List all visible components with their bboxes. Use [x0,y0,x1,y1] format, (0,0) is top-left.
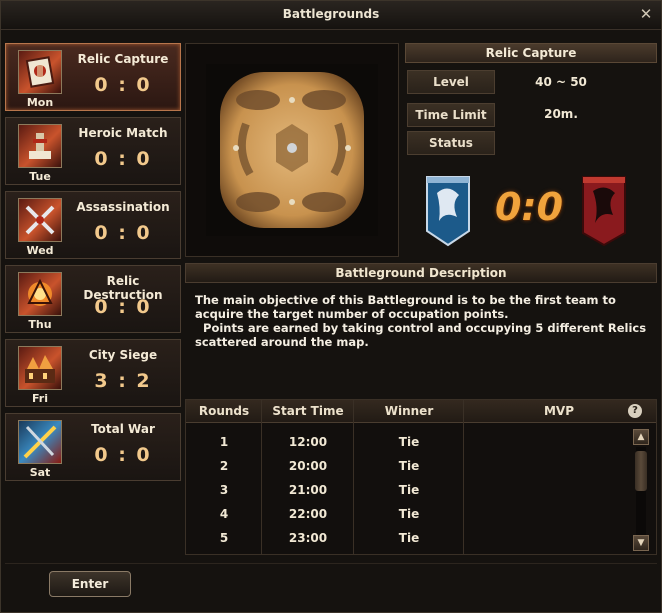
day-label: Thu [28,318,52,331]
scroll-up-icon[interactable]: ▲ [633,429,649,445]
total-war-icon [18,420,62,464]
battleground-score: 0 : 0 [94,296,152,318]
winner: Tie [398,459,420,473]
day-card-fri[interactable]: Fri City Siege 3 : 2 [5,339,181,407]
round-number: 3 [219,483,229,497]
mvp [464,502,634,526]
mvp [464,430,634,454]
scrollbar-thumb[interactable] [635,451,647,491]
relic-destruction-icon [18,272,62,316]
city-siege-icon [18,346,62,390]
column-header-mvp: MVP [543,404,575,418]
day-label: Mon [26,96,54,109]
status-label: Status [407,131,495,155]
round-number: 1 [219,435,229,449]
day-card-thu[interactable]: Thu Relic Destruction 0 : 0 [5,265,181,333]
mvp [464,526,634,550]
map-image [206,64,378,236]
time-limit-label: Time Limit [407,103,495,127]
day-label: Sat [29,466,51,479]
day-label: Wed [26,244,54,257]
round-number: 5 [219,531,229,545]
table-row[interactable]: 4 22:00 Tie [186,502,656,526]
winner: Tie [398,435,420,449]
winner: Tie [398,483,420,497]
battlegrounds-window: Battlegrounds ✕ Mon Relic Capture 0 : 0 … [0,0,662,613]
battleground-title: Assassination [76,200,170,214]
blue-dragon-banner-icon [423,173,473,247]
round-number: 2 [219,459,229,473]
day-card-mon[interactable]: Mon Relic Capture 0 : 0 [5,43,181,111]
description-text: The main objective of this Battleground … [195,293,647,349]
mvp [464,454,634,478]
table-row[interactable]: 1 12:00 Tie [186,430,656,454]
battleground-score: 3 : 2 [94,370,152,392]
time-limit-value: 20m. [544,107,578,121]
column-header-rounds: Rounds [198,404,250,418]
level-label: Level [407,70,495,94]
battleground-score: 0 : 0 [94,148,152,170]
battleground-name: Relic Capture [405,43,657,63]
battleground-map [185,43,399,257]
relic-capture-icon [18,50,62,94]
mvp [464,478,634,502]
heroic-match-icon [18,124,62,168]
start-time: 12:00 [288,435,328,449]
round-number: 4 [219,507,229,521]
battleground-title: Heroic Match [78,126,168,140]
description-header: Battleground Description [185,263,657,283]
day-card-tue[interactable]: Tue Heroic Match 0 : 0 [5,117,181,185]
winner: Tie [398,531,420,545]
battleground-score: 0 : 0 [94,444,152,466]
column-header-start-time: Start Time [272,404,344,418]
winner: Tie [398,507,420,521]
window-title: Battlegrounds [282,7,380,21]
battleground-score: 0 : 0 [94,222,152,244]
battleground-title: Total War [91,422,155,436]
day-label: Fri [31,392,48,405]
close-icon[interactable]: ✕ [637,5,655,23]
assassination-icon [18,198,62,242]
table-row[interactable]: 3 21:00 Tie [186,478,656,502]
rounds-table: Rounds Start Time Winner MVP 1 12:00 Tie… [185,399,657,555]
red-dragon-banner-icon [579,173,629,247]
help-icon[interactable]: ? [628,404,642,418]
level-value: 40 ~ 50 [535,75,587,89]
day-card-sat[interactable]: Sat Total War 0 : 0 [5,413,181,481]
enter-button[interactable]: Enter [49,571,131,597]
day-label: Tue [29,170,51,183]
start-time: 23:00 [288,531,328,545]
table-row[interactable]: 5 23:00 Tie [186,526,656,550]
table-scrollbar[interactable]: ▲ ▼ [633,429,649,553]
column-header-winner: Winner [384,404,434,418]
scroll-down-icon[interactable]: ▼ [633,535,649,551]
start-time: 22:00 [288,507,328,521]
day-card-wed[interactable]: Wed Assassination 0 : 0 [5,191,181,259]
window-titlebar: Battlegrounds [1,1,661,30]
start-time: 21:00 [288,483,328,497]
battleground-score: 0 : 0 [94,74,152,96]
battleground-title: Relic Capture [77,52,169,66]
footer-divider [5,563,657,564]
match-score: 0:0 [494,185,564,229]
table-header: Rounds Start Time Winner MVP [186,400,656,423]
battleground-title: City Siege [88,348,158,362]
start-time: 20:00 [288,459,328,473]
table-row[interactable]: 2 20:00 Tie [186,454,656,478]
